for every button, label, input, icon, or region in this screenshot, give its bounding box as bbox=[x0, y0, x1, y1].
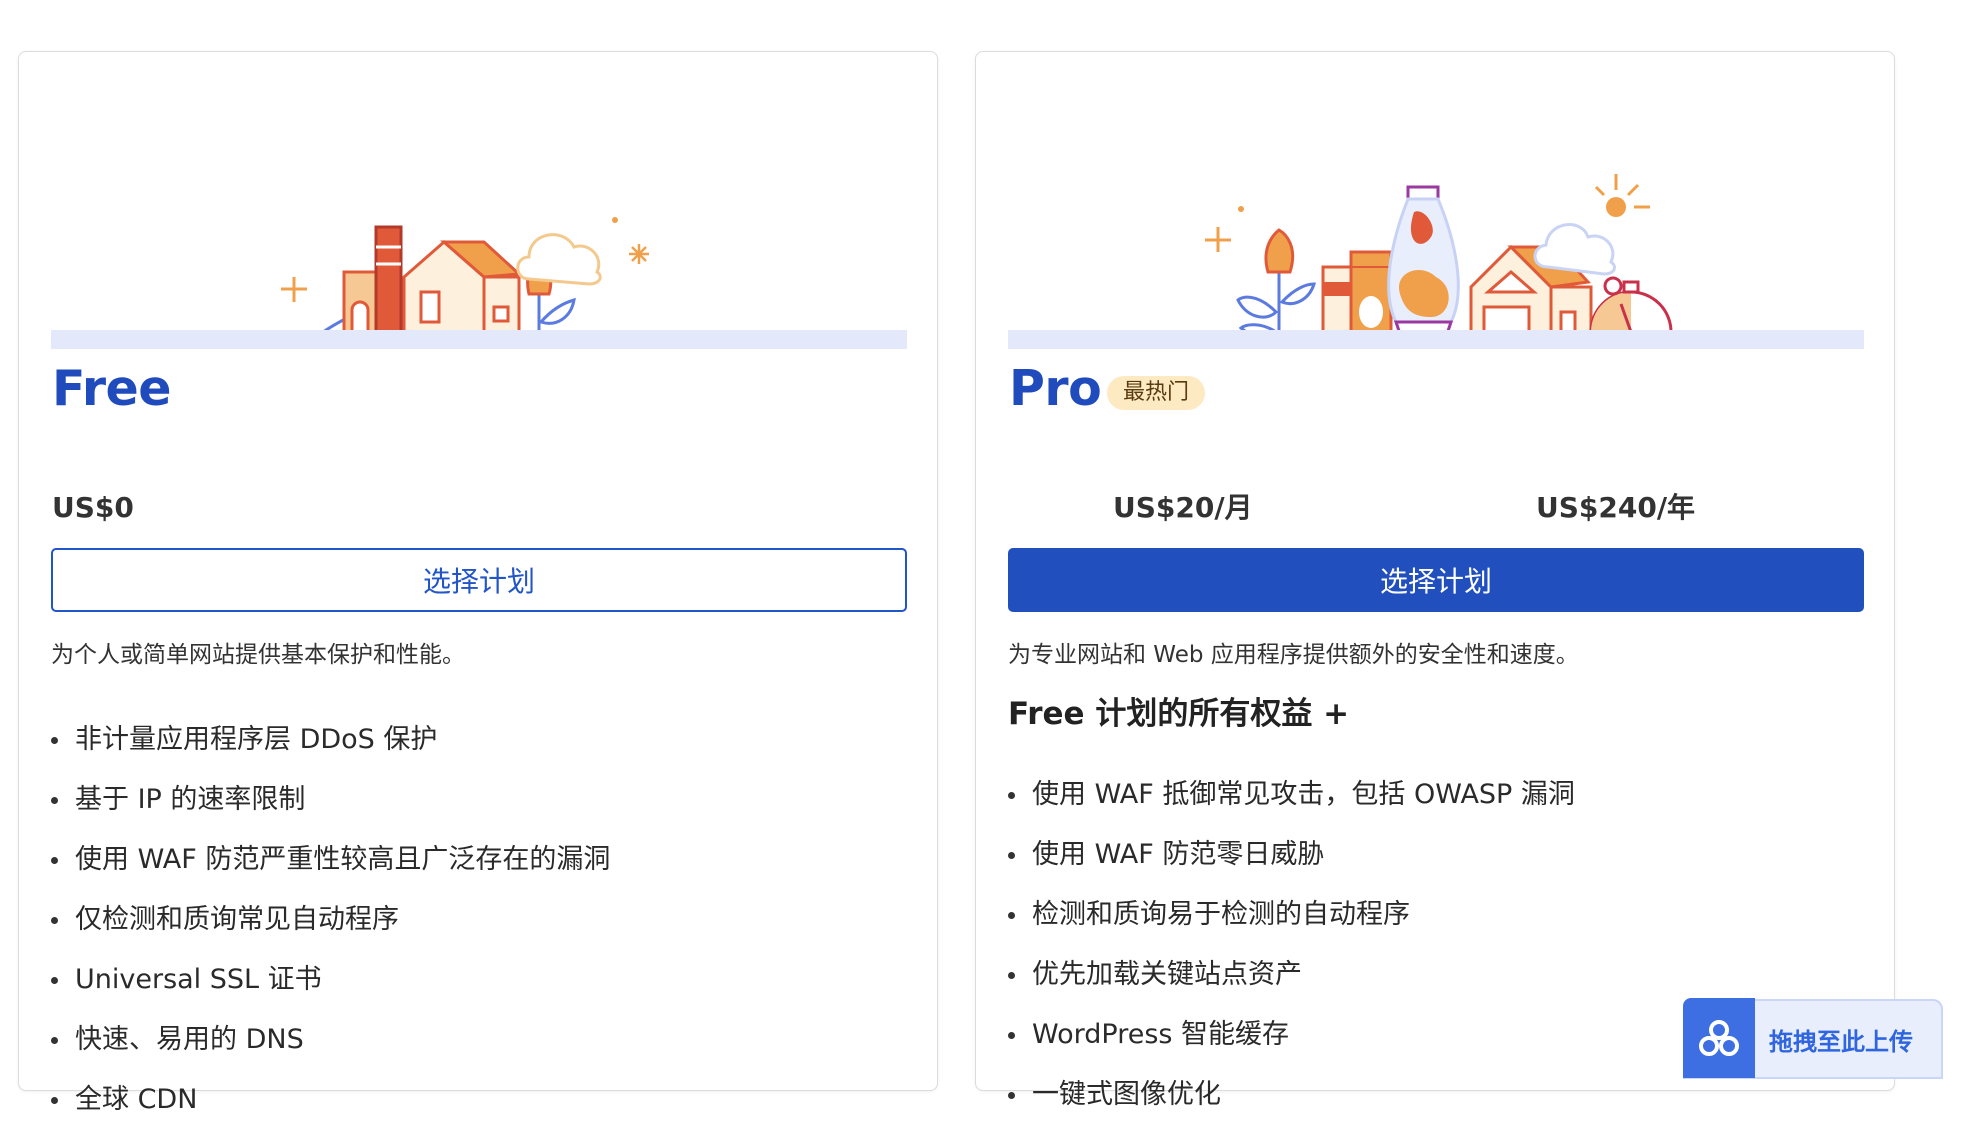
pro-plan-illustration bbox=[976, 112, 1896, 332]
select-plan-button-free[interactable]: 选择计划 bbox=[51, 548, 907, 612]
plan-title: Pro bbox=[1009, 360, 1102, 417]
plan-description: 为专业网站和 Web 应用程序提供额外的安全性和速度。 bbox=[1008, 642, 1579, 668]
popular-badge: 最热门 bbox=[1107, 376, 1206, 410]
feature-item: 一键式图像优化 bbox=[1008, 1065, 1575, 1125]
sparkle-icon bbox=[281, 277, 307, 302]
plan-card-pro: Pro 最热门 US$20/月 US$240/年 选择计划 为专业网站和 Web… bbox=[975, 51, 1896, 1110]
feature-item: 检测和质询易于检测的自动程序 bbox=[1008, 885, 1575, 945]
plan-card-free: Free US$0 选择计划 为个人或简单网站提供基本保护和性能。 非计量应用程… bbox=[18, 51, 939, 1115]
feature-item: WordPress 智能缓存 bbox=[1008, 1005, 1575, 1065]
feature-item: Universal SSL 证书 bbox=[51, 950, 610, 1010]
feature-list: 非计量应用程序层 DDoS 保护 基于 IP 的速率限制 使用 WAF 防范严重… bbox=[51, 710, 610, 1130]
upload-label: 拖拽至此上传 bbox=[1769, 1027, 1913, 1056]
free-plan-illustration bbox=[19, 112, 939, 332]
feature-list: 使用 WAF 抵御常见攻击，包括 OWASP 漏洞 使用 WAF 防范零日威胁 … bbox=[1008, 765, 1575, 1125]
feature-item: 使用 WAF 防范严重性较高且广泛存在的漏洞 bbox=[51, 830, 610, 890]
select-plan-button-pro[interactable]: 选择计划 bbox=[1008, 548, 1864, 612]
feature-item: 仅检测和质询常见自动程序 bbox=[51, 890, 610, 950]
feature-item: 使用 WAF 防范零日威胁 bbox=[1008, 825, 1575, 885]
illustration-ground-strip bbox=[51, 330, 907, 349]
cloud-share-icon bbox=[1683, 998, 1755, 1078]
illustration-ground-strip bbox=[1008, 330, 1864, 349]
plan-description: 为个人或简单网站提供基本保护和性能。 bbox=[51, 642, 465, 668]
feature-item: 基于 IP 的速率限制 bbox=[51, 770, 610, 830]
feature-item: 非计量应用程序层 DDoS 保护 bbox=[51, 710, 610, 770]
plan-title: Free bbox=[52, 360, 171, 417]
plan-price-yearly: US$240/年 bbox=[1536, 491, 1696, 524]
inherited-features-heading: Free 计划的所有权益 + bbox=[1008, 696, 1350, 732]
drag-upload-widget[interactable]: 拖拽至此上传 bbox=[1683, 998, 1943, 1079]
feature-item: 使用 WAF 抵御常见攻击，包括 OWASP 漏洞 bbox=[1008, 765, 1575, 825]
feature-item: 快速、易用的 DNS bbox=[51, 1010, 610, 1070]
plan-price: US$0 bbox=[52, 491, 134, 524]
plan-price-monthly: US$20/月 bbox=[1113, 491, 1253, 524]
feature-item: 全球 CDN bbox=[51, 1070, 610, 1130]
feature-item: 优先加载关键站点资产 bbox=[1008, 945, 1575, 1005]
